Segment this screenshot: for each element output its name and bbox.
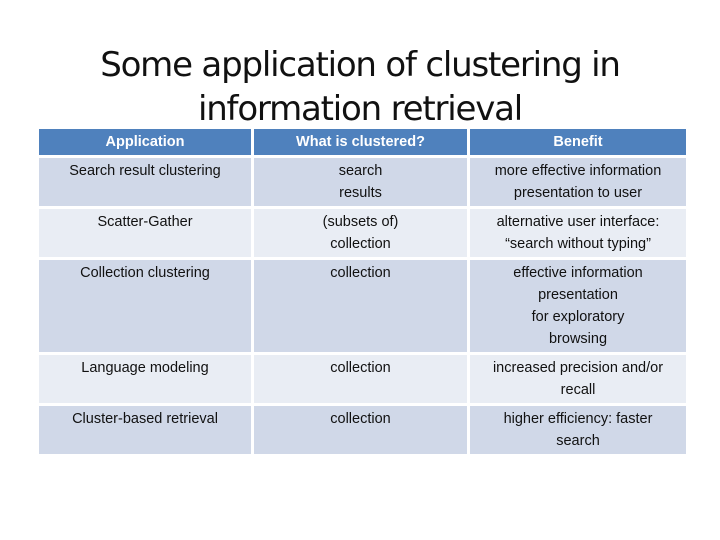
- cell-benefit: effective information presentation for e…: [470, 260, 686, 352]
- header-benefit: Benefit: [470, 129, 686, 155]
- cell-application: Language modeling: [39, 355, 251, 403]
- cell-clustered: collection: [254, 355, 467, 403]
- cell-application: Search result clustering: [39, 158, 251, 206]
- cell-application: Cluster-based retrieval: [39, 406, 251, 454]
- table-row: Search result clustering search results …: [39, 158, 686, 206]
- table-header-row: Application What is clustered? Benefit: [39, 129, 686, 155]
- table-row: Scatter-Gather (subsets of) collection a…: [39, 209, 686, 257]
- cell-clustered: collection: [254, 260, 467, 352]
- table-row: Cluster-based retrieval collection highe…: [39, 406, 686, 454]
- header-application: Application: [39, 129, 251, 155]
- title-line-1: Some application of clustering in: [100, 44, 621, 85]
- title-line-2: information retrieval: [197, 88, 523, 129]
- cell-clustered: search results: [254, 158, 467, 206]
- cell-benefit: alternative user interface: “search with…: [470, 209, 686, 257]
- cell-benefit: higher efficiency: faster search: [470, 406, 686, 454]
- cell-clustered: collection: [254, 406, 467, 454]
- table-row: Collection clustering collection effecti…: [39, 260, 686, 352]
- cell-benefit: increased precision and/or recall: [470, 355, 686, 403]
- cell-clustered: (subsets of) collection: [254, 209, 467, 257]
- slide-title: Some application of clustering in inform…: [0, 43, 720, 131]
- applications-table: Application What is clustered? Benefit S…: [36, 126, 689, 457]
- cell-application: Collection clustering: [39, 260, 251, 352]
- header-what-is-clustered: What is clustered?: [254, 129, 467, 155]
- table-row: Language modeling collection increased p…: [39, 355, 686, 403]
- cell-application: Scatter-Gather: [39, 209, 251, 257]
- cell-benefit: more effective information presentation …: [470, 158, 686, 206]
